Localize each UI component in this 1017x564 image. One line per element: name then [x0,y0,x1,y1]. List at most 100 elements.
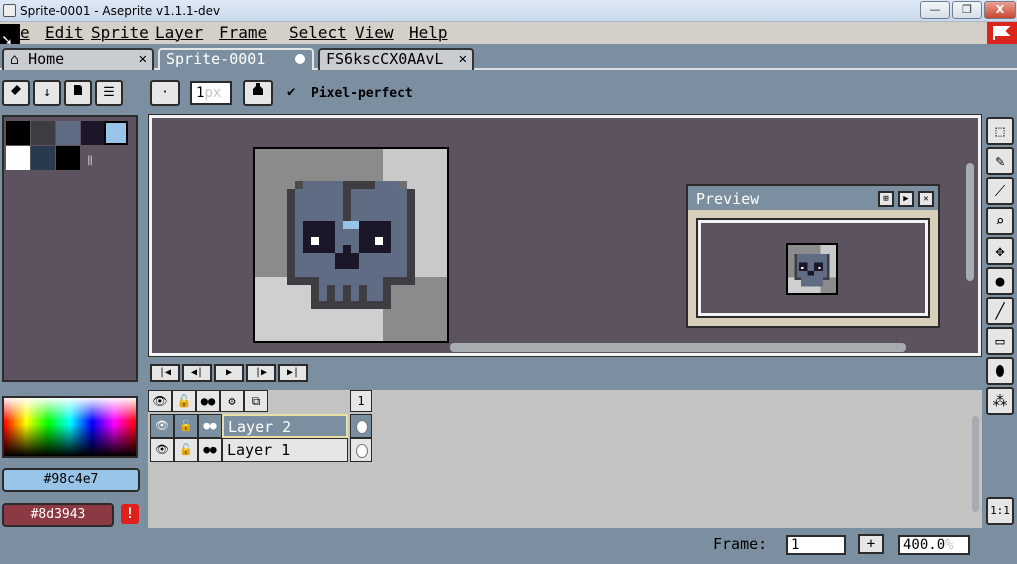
brush-size-unit: px [204,85,222,101]
layer-2-continuous-icon[interactable]: ●● [198,414,222,438]
palette-swatch-5[interactable] [6,146,30,170]
zoom-1-to-1-button[interactable]: 1:1 [986,497,1014,525]
layer-1-frame-1-cel[interactable] [350,438,372,462]
paint-bucket-tool[interactable]: ● [986,267,1014,295]
menu-bar: e Edit Sprite Layer Frame Select View He… [0,22,1017,44]
rectangular-marquee-tool[interactable]: ⬚ [986,117,1014,145]
rectangle-tool[interactable]: ▭ [986,327,1014,355]
layer-1-lock-icon[interactable]: 🔓 [174,438,198,462]
menu-layer[interactable]: Layer [155,23,203,42]
menu-select[interactable]: Select [289,23,347,42]
frame-header-1[interactable]: 1 [350,390,372,412]
pixel-perfect-label: Pixel-perfect [311,86,413,101]
contour-tool[interactable]: ⬮ [986,357,1014,385]
color-spectrum[interactable] [2,396,138,458]
preview-center-button[interactable]: ⊞ [878,191,894,207]
toggle-continuous-all-icon[interactable]: ●● [196,390,220,412]
menu-help[interactable]: Help [409,23,448,42]
preview-canvas [696,218,930,318]
play-animation-button[interactable]: ▶ [214,364,244,382]
tab-fs-close-icon[interactable]: ✕ [456,50,467,68]
brush-type-button[interactable]: · [150,80,180,106]
layer-1-name[interactable]: Layer 1 [222,438,348,462]
layer-2-frame-1-cel[interactable] [350,414,372,438]
close-window-button[interactable]: X [984,1,1016,19]
previous-frame-button[interactable]: ◀| [182,364,212,382]
line-tool[interactable]: ╱ [986,297,1014,325]
eraser-icon [11,85,21,95]
frame-number-input[interactable]: 1 [786,535,846,555]
tab-home[interactable]: ⌂ Home ✕ [2,48,154,70]
palette-swatch-1[interactable] [31,121,55,145]
menu-frame[interactable]: Frame [219,23,267,42]
ink-type-button[interactable] [243,80,273,106]
preview-skull-sprite [786,243,838,295]
palette-swatch-7[interactable] [56,146,80,170]
palette-sort-button[interactable]: ↓ [33,80,61,106]
zoom-input[interactable]: 400.0% [898,535,970,555]
next-frame-button[interactable]: |▶ [246,364,276,382]
editor-vertical-scrollbar[interactable] [966,163,974,281]
first-frame-button[interactable]: |◀ [150,364,180,382]
timeline: 👁 🔓 ●● ⚙ ⧉ 1 👁 🔓 ●● Layer 2 👁 🔓 ●● Layer… [148,390,982,528]
toggle-visibility-all-eye-icon[interactable]: 👁 [148,390,172,412]
window-title: Sprite-0001 - Aseprite v1.1.1-dev [20,4,221,18]
rectangle-icon: ▭ [995,332,1005,350]
menu-sprite[interactable]: Sprite [91,23,149,42]
last-frame-button[interactable]: ▶| [278,364,308,382]
palette-presets-button[interactable] [64,80,92,106]
magnifier-icon: ⌕ [995,212,1005,230]
zoom-unit: % [945,537,954,553]
maximize-button[interactable]: ❐ [952,1,982,19]
layer-2-lock-icon[interactable]: 🔓 [174,414,198,438]
preview-header[interactable]: Preview ⊞ ▶ ✕ [688,186,938,212]
color-warning-icon[interactable]: ! [121,504,139,524]
move-tool[interactable]: ✥ [986,237,1014,265]
layer-1-continuous-icon[interactable]: ●● [198,438,222,462]
minimize-button[interactable]: — [920,1,950,19]
eyedropper-tool[interactable]: ⟋ [986,177,1014,205]
pixel-perfect-checkbox[interactable]: ✔ [287,84,303,100]
editor-horizontal-scrollbar[interactable] [450,343,906,352]
blob-icon: ⬮ [995,362,1005,380]
tab-home-close-icon[interactable]: ✕ [139,50,147,68]
palette-options-button[interactable]: ☰ [95,80,123,106]
tab-sprite-0001[interactable]: Sprite-0001 [158,48,314,70]
toggle-lock-all-lock-icon[interactable]: 🔓 [172,390,196,412]
timeline-vertical-scrollbar[interactable] [972,416,979,512]
onion-skin-gear-icon[interactable]: ⚙ [220,390,244,412]
menu-edit[interactable]: Edit [45,23,84,42]
paint-bucket-icon: ● [995,272,1005,290]
brush-size-input[interactable]: 1px [190,81,232,105]
pencil-tool[interactable]: ✎ [986,147,1014,175]
unsaved-dot-icon[interactable] [295,54,305,64]
preview-play-button[interactable]: ▶ [898,191,914,207]
pencil-icon: ✎ [995,152,1005,170]
palette-swatch-4[interactable] [104,121,128,145]
palette-edit-button[interactable] [2,80,30,106]
tab-sprite-label: Sprite-0001 [166,50,266,68]
palette-swatch-6[interactable] [31,146,55,170]
sprite-canvas[interactable] [253,147,449,343]
menu-view[interactable]: View [355,23,394,42]
foreground-color-button[interactable]: #98c4e7 [2,468,140,492]
tab-fs6ksccx0aavl[interactable]: FS6kscCX0AAvL ✕ [318,48,474,70]
layer-2-name[interactable]: Layer 2 [222,414,348,438]
add-frame-button[interactable]: + [858,534,884,554]
palette-swatch-0[interactable] [6,121,30,145]
background-color-button[interactable]: #8d3943 [2,503,114,527]
layer-2-eye-icon[interactable]: 👁 [150,414,174,438]
zoom-tool[interactable]: ⌕ [986,207,1014,235]
onion-skin-frames-icon[interactable]: ⧉ [244,390,268,412]
preview-close-button[interactable]: ✕ [918,191,934,207]
palette-swatch-2[interactable] [56,121,80,145]
spray-tool[interactable]: ⁂ [986,387,1014,415]
palette-swatch-3[interactable] [81,121,105,145]
menu-file[interactable]: e [20,23,30,42]
palette-panel: ‖ [2,115,138,382]
palette-resize-handle[interactable]: ‖ [87,155,93,166]
spray-icon: ⁂ [992,392,1008,410]
preview-window[interactable]: Preview ⊞ ▶ ✕ [686,184,940,328]
notifications-flag-icon[interactable] [987,22,1017,44]
layer-1-eye-icon[interactable]: 👁 [150,438,174,462]
